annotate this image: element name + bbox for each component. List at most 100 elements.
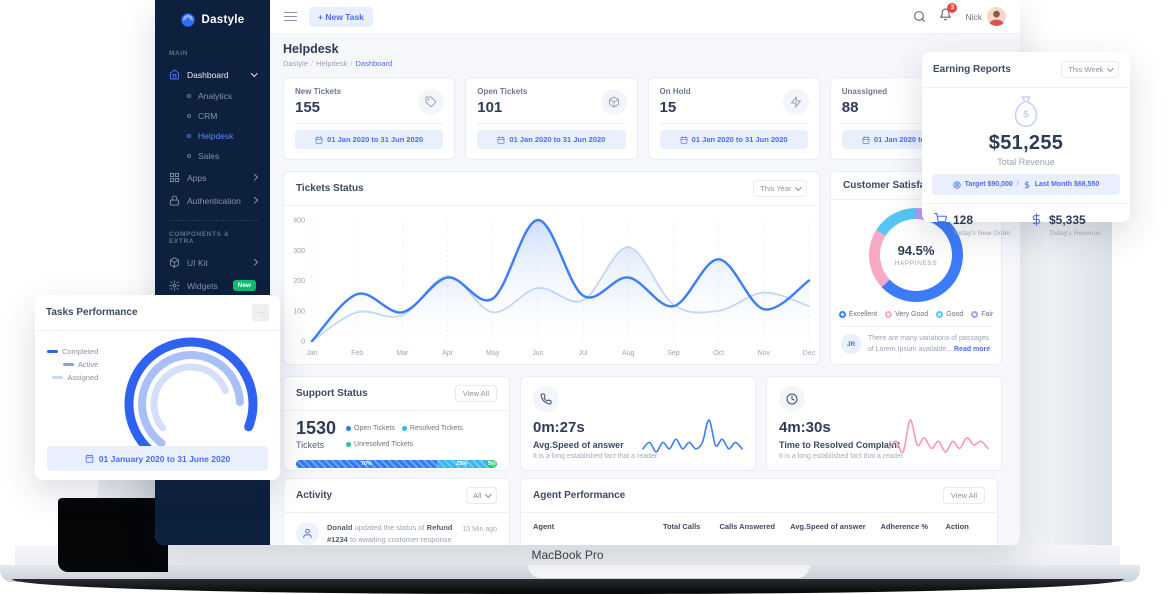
bottom-row: Activity All Donald updated the status o… — [283, 478, 1002, 545]
chevron-down-icon — [1107, 65, 1113, 71]
support-view-all-button[interactable]: View All — [455, 385, 497, 402]
app-window: Dastyle MAIN Dashboard Analytics CRM Hel… — [155, 0, 1020, 545]
sidebar-item-sales[interactable]: Sales — [179, 146, 270, 166]
agent-view-all-button[interactable]: View All — [943, 487, 985, 504]
logo-text: Dastyle — [201, 14, 244, 26]
svg-text:Jan: Jan — [306, 350, 317, 357]
svg-text:Jul: Jul — [579, 350, 588, 357]
breadcrumb: Dastyle/Helpdesk/Dashboard — [283, 59, 1002, 68]
bullet-icon — [187, 114, 191, 118]
svg-text:Jun: Jun — [532, 350, 543, 357]
lock-icon — [169, 195, 180, 206]
tasks-legend: CompletedActiveAssigned — [47, 347, 98, 382]
svg-text:400: 400 — [293, 218, 305, 225]
notifications-button[interactable]: 3 — [939, 8, 952, 26]
laptop-hinge-shadow — [58, 498, 168, 572]
sidebar-item-helpdesk[interactable]: Helpdesk — [179, 126, 270, 146]
sidebar-section-components: COMPONENTS & EXTRA — [155, 231, 270, 245]
svg-text:Mar: Mar — [396, 350, 409, 357]
resolve-time-card: 4m:30s Time to Resolved Complaint It is … — [766, 376, 1002, 471]
new-task-button[interactable]: + New Task — [309, 7, 373, 27]
dollar-icon — [1023, 181, 1031, 189]
legend-item: Fair — [971, 311, 993, 318]
stat-card-open-tickets: Open Tickets 101 01 Jan 2020 to 31 Jun 2… — [465, 77, 637, 160]
tickets-status-panel: Tickets Status This Year JanFebMarAprMay… — [283, 171, 820, 365]
sidebar-item-ui-kit[interactable]: UI Kit — [155, 251, 270, 274]
svg-text:Apr: Apr — [442, 350, 454, 357]
macbook-mockup: MacBook Pro Dastyle MAIN Dashboard — [0, 0, 1175, 594]
bar-segment: 70% — [296, 460, 437, 468]
earning-filter-dropdown[interactable]: This Week — [1061, 61, 1119, 78]
chevron-down-icon — [485, 491, 491, 497]
dastyle-logo-icon — [180, 12, 196, 28]
tasks-performance-card: Tasks Performance ... CompletedActiveAss… — [35, 295, 280, 480]
agent-performance-panel: Agent Performance View All Agent Total C… — [520, 478, 998, 545]
calendar-icon — [315, 136, 323, 144]
legend-item: Resolved Tickets — [402, 423, 463, 435]
stat-cards-row: New Tickets 155 01 Jan 2020 to 31 Jun 20… — [283, 77, 1002, 160]
chevron-down-icon — [251, 70, 257, 76]
sidebar-section-main: MAIN — [155, 50, 270, 57]
bar-segment: 5% — [487, 460, 497, 468]
tasks-menu-button[interactable]: ... — [252, 304, 269, 321]
calendar-icon — [680, 136, 688, 144]
sidebar-item-crm[interactable]: CRM — [179, 106, 270, 126]
svg-text:May: May — [486, 350, 500, 357]
sidebar-item-apps[interactable]: Apps — [155, 166, 270, 189]
tickets-status-title: Tickets Status — [296, 183, 364, 194]
legend-item: Good — [936, 311, 963, 318]
laptop-bezel: MacBook Pro — [15, 545, 1120, 565]
target-band: Target $90,000 / Last Month $68,550 — [932, 174, 1120, 195]
user-menu[interactable]: Nick — [965, 7, 1006, 26]
calendar-icon — [862, 136, 870, 144]
note-avatar: JR — [841, 334, 861, 354]
read-more-link[interactable]: Read more — [954, 346, 990, 353]
sidebar-item-dashboard[interactable]: Dashboard — [155, 63, 270, 86]
cart-icon — [934, 213, 947, 231]
bullet-icon — [187, 154, 191, 158]
menu-toggle-icon[interactable] — [284, 12, 297, 22]
happiness-label: HAPPINESS — [895, 260, 938, 267]
sidebar-item-authentication[interactable]: Authentication — [155, 189, 270, 212]
laptop-bottom-shadow — [12, 579, 1124, 594]
date-range-button[interactable]: 01 Jan 2020 to 31 Jun 2020 — [295, 130, 443, 149]
chevron-right-icon — [251, 259, 257, 265]
sidebar-item-widgets[interactable]: Widgets New — [155, 274, 270, 297]
svg-text:0: 0 — [301, 339, 305, 346]
legend-item: Active — [63, 360, 98, 369]
search-icon[interactable] — [913, 10, 926, 23]
chevron-right-icon — [251, 197, 257, 203]
avg-speed-card: 0m:27s Avg.Speed of answer It is a long … — [520, 376, 756, 471]
notification-badge: 3 — [947, 3, 957, 13]
activity-item[interactable]: Donald updated the status of Refund #123… — [284, 513, 509, 545]
sidebar-item-analytics[interactable]: Analytics — [179, 86, 270, 106]
agent-table-header: Agent Total Calls Calls Answered Avg.Spe… — [521, 513, 997, 540]
svg-text:Sep: Sep — [667, 350, 680, 357]
svg-text:Dec: Dec — [803, 350, 816, 357]
legend-item: Unresolved Tickets — [346, 439, 413, 451]
dashboard-submenu: Analytics CRM Helpdesk Sales — [155, 86, 270, 166]
support-status-panel: Support Status View All 1530 Tickets Ope… — [283, 376, 510, 471]
activity-time: 10 Min ago — [462, 526, 497, 533]
svg-text:Aug: Aug — [622, 350, 635, 357]
topbar: + New Task 3 Nick — [270, 0, 1020, 34]
app-logo[interactable]: Dastyle — [155, 12, 270, 28]
tickets-filter-dropdown[interactable]: This Year — [753, 180, 807, 197]
total-revenue-value: $51,255 — [922, 132, 1130, 155]
tasks-date-range-button[interactable]: 01 January 2020 to 31 June 2020 — [47, 446, 268, 471]
date-range-button[interactable]: 01 Jan 2020 to 31 Jun 2020 — [660, 130, 808, 149]
avatar — [987, 7, 1006, 26]
stat-card-new-tickets: New Tickets 155 01 Jan 2020 to 31 Jun 20… — [283, 77, 455, 160]
svg-text:Oct: Oct — [713, 350, 724, 357]
date-range-button[interactable]: 01 Jan 2020 to 31 Jun 2020 — [477, 130, 625, 149]
sidebar-divider — [167, 220, 258, 221]
svg-text:Nov: Nov — [758, 350, 771, 357]
legend-item: Excellent — [839, 311, 877, 318]
calendar-icon — [497, 136, 505, 144]
earning-reports-card: Earning Reports This Week $ $51,255 Tota… — [922, 52, 1130, 222]
kpi-row: Support Status View All 1530 Tickets Ope… — [283, 376, 1002, 471]
activity-filter-dropdown[interactable]: All — [466, 487, 497, 504]
money-bag-icon: $ — [922, 94, 1130, 130]
gear-icon — [169, 280, 180, 291]
page-title: Helpdesk — [283, 42, 1002, 56]
